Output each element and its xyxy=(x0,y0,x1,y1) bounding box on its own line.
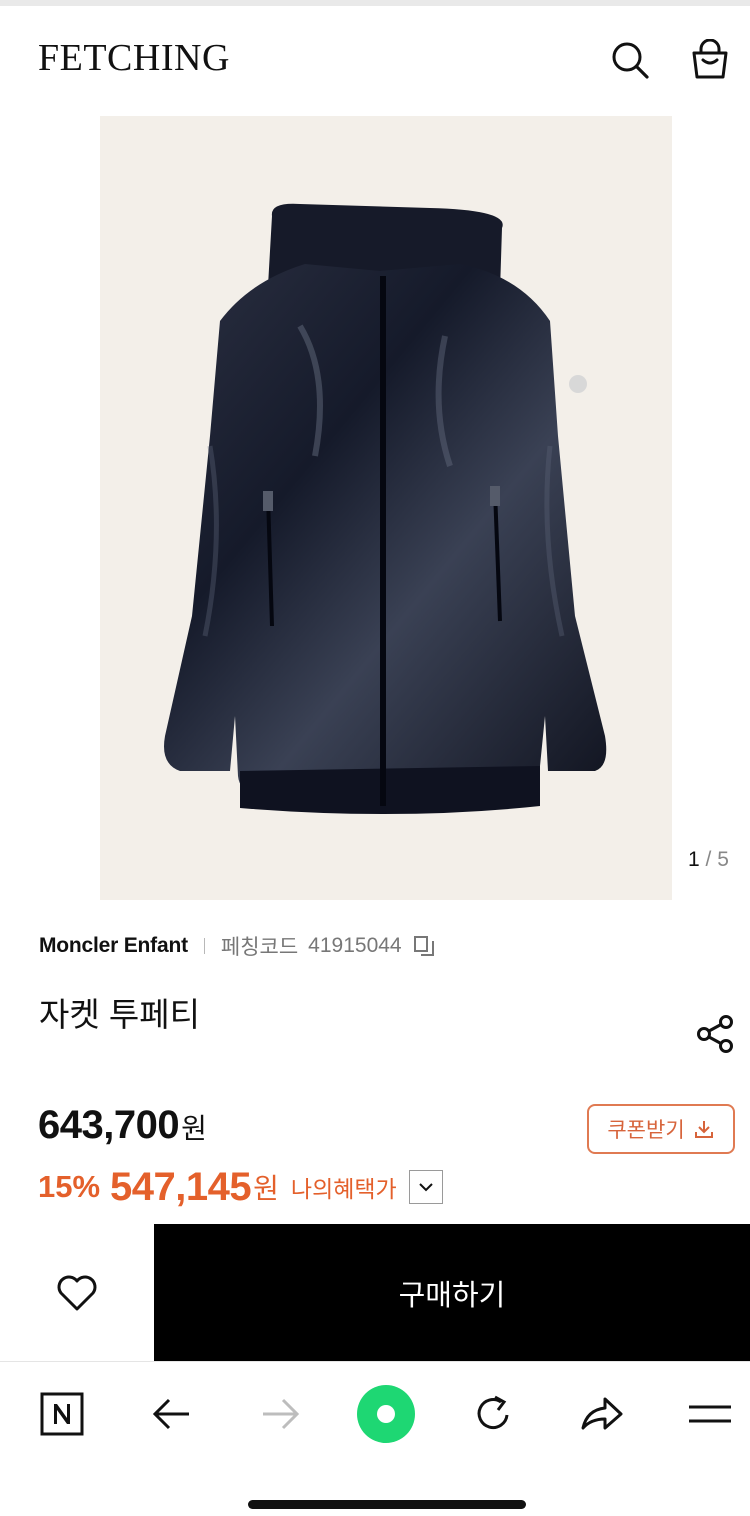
divider xyxy=(203,938,205,954)
forward-arrow-icon[interactable] xyxy=(252,1386,308,1442)
wishlist-heart-icon[interactable] xyxy=(0,1224,154,1361)
brand-name[interactable]: Moncler Enfant xyxy=(39,934,188,958)
discount-price: 547,145 xyxy=(110,1164,252,1209)
fetching-logo[interactable]: FETCHING xyxy=(38,36,230,80)
image-counter-separator: / xyxy=(705,848,712,871)
download-icon xyxy=(694,1121,713,1138)
price-unit: 원 xyxy=(181,1113,207,1144)
product-code-label: 페칭코드 xyxy=(220,936,299,959)
copy-icon[interactable] xyxy=(412,934,436,958)
product-code-value: 41915044 xyxy=(308,934,402,957)
discount-row: 15% 547,145 원 나의혜택가 xyxy=(38,1163,443,1211)
menu-icon[interactable] xyxy=(682,1386,738,1442)
image-counter-current: 1 xyxy=(688,848,700,871)
share-icon[interactable] xyxy=(693,1012,737,1056)
discount-rate: 15% xyxy=(38,1169,101,1204)
original-price: 643,700원 xyxy=(38,1103,207,1148)
product-image[interactable] xyxy=(100,116,672,900)
jacket-illustration xyxy=(164,203,607,815)
home-indicator xyxy=(248,1500,526,1509)
discount-price-unit: 원 xyxy=(253,1173,279,1204)
chevron-down-icon[interactable] xyxy=(408,1170,443,1204)
refresh-icon[interactable] xyxy=(466,1386,522,1442)
naver-n-icon[interactable] xyxy=(34,1386,90,1442)
back-arrow-icon[interactable] xyxy=(144,1386,200,1442)
buy-button[interactable]: 구매하기 xyxy=(154,1224,750,1361)
product-name: 자켓 투페티 xyxy=(39,996,200,1033)
brand-code-row: Moncler Enfant 페칭코드 41915044 xyxy=(39,931,436,961)
coupon-label: 쿠폰받기 xyxy=(607,1119,685,1142)
image-counter: 1 / 5 xyxy=(688,848,729,872)
share-arrow-icon[interactable] xyxy=(574,1386,630,1442)
coupon-button[interactable]: 쿠폰받기 xyxy=(587,1104,735,1154)
site-header: FETCHING xyxy=(0,6,750,110)
image-counter-total: 5 xyxy=(717,848,729,871)
my-benefit-price-label: 나의혜택가 xyxy=(290,1176,397,1202)
browser-toolbar xyxy=(0,1361,750,1465)
search-icon[interactable] xyxy=(608,38,652,82)
green-dot-icon[interactable] xyxy=(354,1382,418,1446)
shopping-bag-icon[interactable] xyxy=(688,38,732,82)
price-value: 643,700 xyxy=(38,1103,180,1147)
